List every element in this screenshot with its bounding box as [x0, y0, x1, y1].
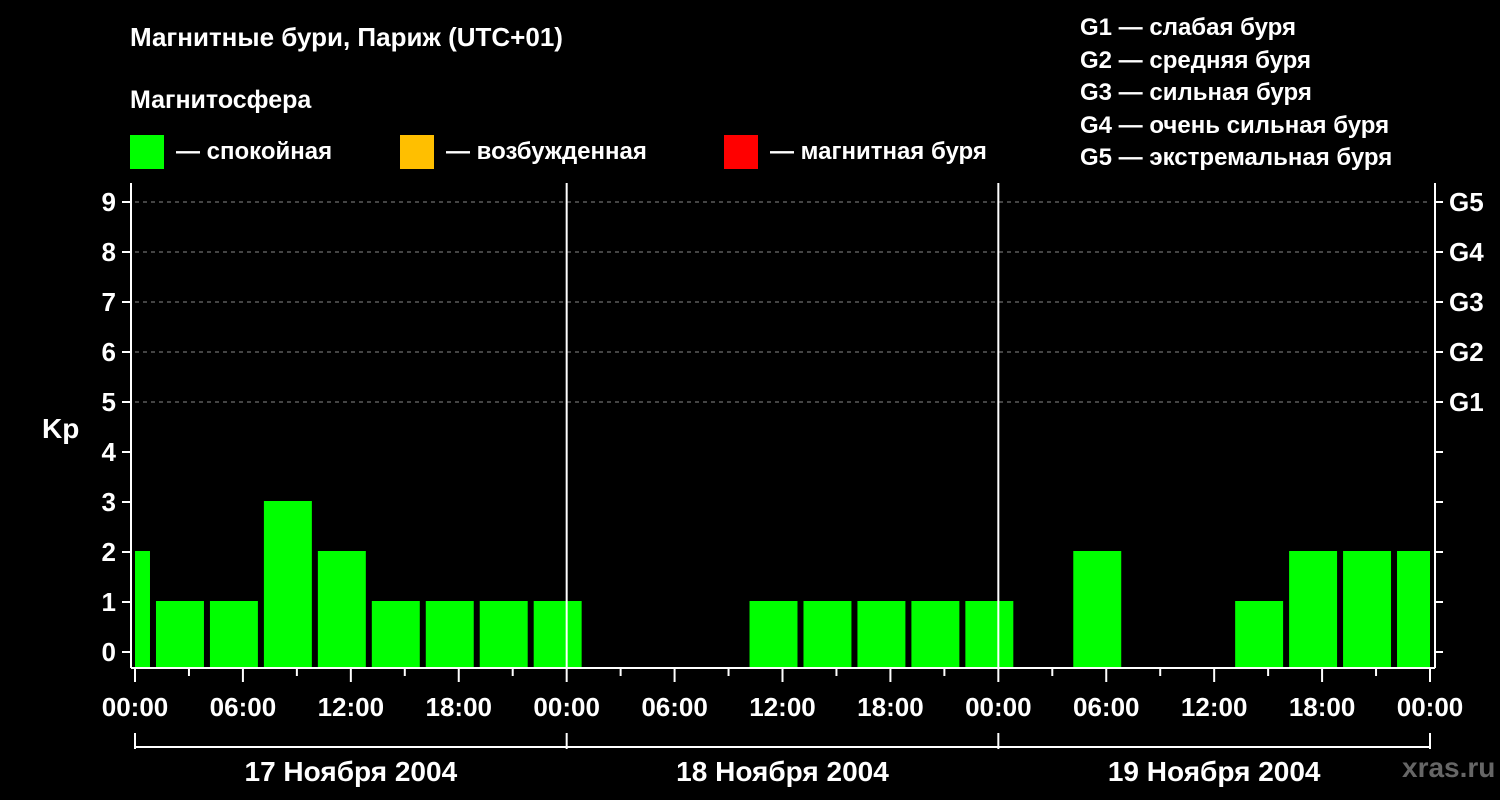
x-tick-label-12: 00:00 [1397, 692, 1464, 722]
kp-bar-17 [1343, 551, 1392, 668]
x-tick-label-10: 12:00 [1181, 692, 1248, 722]
right-tick-label-g2: G2 [1449, 337, 1484, 367]
kp-bar-13 [965, 601, 1014, 668]
y-tick-label-7: 7 [102, 287, 116, 317]
kp-bar-16 [1289, 551, 1338, 668]
x-tick-label-0: 00:00 [102, 692, 169, 722]
right-tick-label-g3: G3 [1449, 287, 1484, 317]
x-tick-label-11: 18:00 [1289, 692, 1356, 722]
kp-bar-12 [911, 601, 960, 668]
y-tick-label-6: 6 [102, 337, 116, 367]
right-tick-label-g1: G1 [1449, 387, 1484, 417]
kp-bar-7 [479, 601, 528, 668]
y-tick-label-9: 9 [102, 187, 116, 217]
kp-bar-10 [803, 601, 852, 668]
kp-bar-3 [263, 501, 312, 668]
day-label-2: 19 Ноября 2004 [1108, 756, 1321, 787]
y-tick-label-3: 3 [102, 487, 116, 517]
x-tick-label-2: 12:00 [318, 692, 385, 722]
x-tick-label-4: 00:00 [533, 692, 600, 722]
kp-bar-18 [1397, 551, 1430, 668]
y-tick-label-4: 4 [102, 437, 117, 467]
kp-bar-11 [857, 601, 906, 668]
right-tick-label-g5: G5 [1449, 187, 1484, 217]
day-label-0: 17 Ноября 2004 [245, 756, 458, 787]
y-tick-label-2: 2 [102, 537, 116, 567]
day-label-1: 18 Ноября 2004 [676, 756, 889, 787]
x-tick-label-5: 06:00 [641, 692, 708, 722]
kp-bar-4 [317, 551, 366, 668]
kp-bar-5 [371, 601, 420, 668]
x-tick-label-7: 18:00 [857, 692, 924, 722]
x-tick-label-8: 00:00 [965, 692, 1032, 722]
y-tick-label-5: 5 [102, 387, 116, 417]
kp-bar-14 [1073, 551, 1122, 668]
kp-bar-2 [209, 601, 258, 668]
kp-bar-9 [749, 601, 798, 668]
x-tick-label-6: 12:00 [749, 692, 816, 722]
kp-bar-1 [155, 601, 204, 668]
y-tick-label-0: 0 [102, 637, 116, 667]
y-tick-label-1: 1 [102, 587, 116, 617]
kp-bar-chart: 0 1 2 3 4 5 6 7 8 9 G1 G2 G3 G4 G5 Kp 00:00 06:00 12:00 18:… [42, 183, 1484, 787]
y-axis-label: Kp [42, 413, 79, 444]
x-tick-label-1: 06:00 [210, 692, 277, 722]
kp-bar-6 [425, 601, 474, 668]
x-tick-label-3: 18:00 [426, 692, 493, 722]
right-tick-label-g4: G4 [1449, 237, 1484, 267]
kp-bar-0 [135, 551, 150, 668]
kp-bar-15 [1235, 601, 1284, 668]
y-tick-label-8: 8 [102, 237, 116, 267]
kp-bar-8 [533, 601, 582, 668]
watermark: xras.ru [1402, 752, 1496, 783]
x-tick-label-9: 06:00 [1073, 692, 1140, 722]
